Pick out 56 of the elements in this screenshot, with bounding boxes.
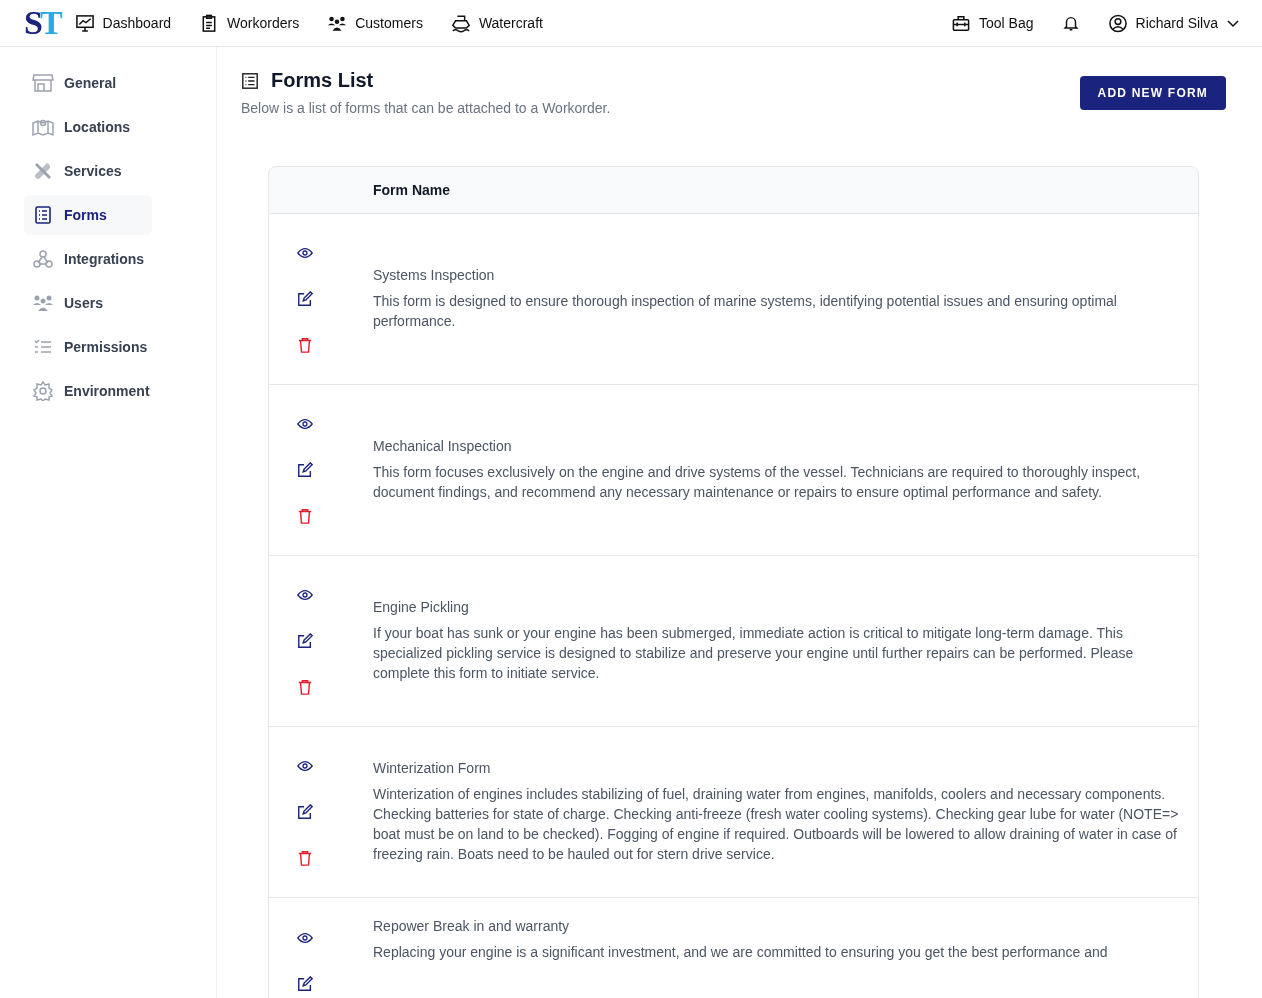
users-icon — [32, 293, 54, 313]
ship-icon — [450, 13, 471, 33]
form-name: Engine Pickling — [373, 599, 470, 615]
form-name: Winterization Form — [373, 760, 492, 776]
monitor-chart-icon — [74, 13, 95, 33]
gear-icon — [32, 381, 54, 401]
user-circle-icon — [1107, 13, 1128, 33]
form-description: Replacing your engine is a significant investment, and we are committed to ensuring you get the best performance and — [373, 943, 1108, 962]
eye-icon[interactable] — [297, 245, 313, 261]
user-menu[interactable]: Richard Silva — [1107, 13, 1240, 33]
sidebar-item[interactable]: Services — [24, 151, 152, 191]
eye-icon[interactable] — [297, 758, 313, 774]
column-header: Form Name — [373, 182, 451, 198]
eye-icon[interactable] — [297, 587, 313, 603]
sidebar-item[interactable]: Environment — [24, 371, 152, 411]
sidebar-item[interactable]: Users — [24, 283, 152, 323]
toolbox-icon — [951, 13, 972, 33]
nav-link[interactable]: Customers — [327, 13, 423, 33]
trash-icon[interactable] — [297, 508, 313, 524]
edit-icon[interactable] — [297, 291, 313, 307]
list-icon — [32, 205, 54, 225]
form-description: Winterization of engines includes stabilizing of fuel, draining water from engines, manifolds, coolers and necessary components. Checking batteries for state of charge. Checking anti-freeze (fresh water cooling systems). Checking gear lube for water (NOTE=> boat must be on land to be checked). Fogging of engine if required. Outboards will be lowered to allow draining of water in case of freezing rain. Boats need to be hauled out for stern drive service. — [373, 785, 1180, 864]
sidebar-item[interactable]: Locations — [24, 107, 152, 147]
edit-icon[interactable] — [297, 976, 313, 992]
sidebar-item[interactable]: Permissions — [24, 327, 152, 367]
edit-icon[interactable] — [297, 462, 313, 478]
tool-bag-link[interactable]: Tool Bag — [951, 13, 1034, 33]
sidebar-item[interactable]: Forms — [24, 195, 152, 235]
form-description: If your boat has sunk or your engine has been submerged, immediate action is critical to mitigate long-term damage. This specialized pickling service is designed to stabilize and preserve your engine until further repairs can be performed. Please complete this form to initiate service. — [373, 624, 1135, 683]
sidebar-item[interactable]: Integrations — [24, 239, 152, 279]
trash-icon[interactable] — [297, 850, 313, 866]
list-icon — [241, 71, 259, 90]
eye-icon[interactable] — [297, 416, 313, 432]
logo[interactable]: ST — [24, 4, 63, 42]
storefront-icon — [32, 73, 54, 93]
trash-icon[interactable] — [297, 679, 313, 695]
edit-icon[interactable] — [297, 804, 313, 820]
map-pin-icon — [32, 117, 54, 137]
nav-link[interactable]: Workorders — [199, 13, 300, 33]
form-description: This form focuses exclusively on the engine and drive systems of the vessel. Technicians are required to thoroughly inspect, document findings, and recommend any necessary maintenance or repairs to ensure optimal performance and safety. — [373, 463, 1142, 502]
edit-icon[interactable] — [297, 633, 313, 649]
bell-icon[interactable] — [1061, 14, 1080, 32]
form-name: Mechanical Inspection — [373, 438, 513, 454]
form-name: Systems Inspection — [373, 267, 496, 283]
nav-link[interactable]: Watercraft — [450, 13, 543, 33]
nav-link[interactable]: Dashboard — [74, 13, 172, 33]
add-new-form-button[interactable]: ADD NEW FORM — [1079, 76, 1226, 110]
sidebar-item[interactable]: General — [24, 63, 152, 103]
eye-icon[interactable] — [297, 930, 313, 946]
trash-icon[interactable] — [297, 337, 313, 353]
page-title: Forms List — [271, 69, 374, 92]
form-name: Repower Break in and warranty — [373, 918, 571, 934]
form-description: This form is designed to ensure thorough inspection of marine systems, identifying potential issues and ensuring optimal performance. — [373, 292, 1118, 331]
tools-icon — [32, 161, 54, 181]
page-subtitle: Below is a list of forms that can be attached to a Workorder. — [241, 100, 611, 116]
webhook-icon — [32, 249, 54, 269]
